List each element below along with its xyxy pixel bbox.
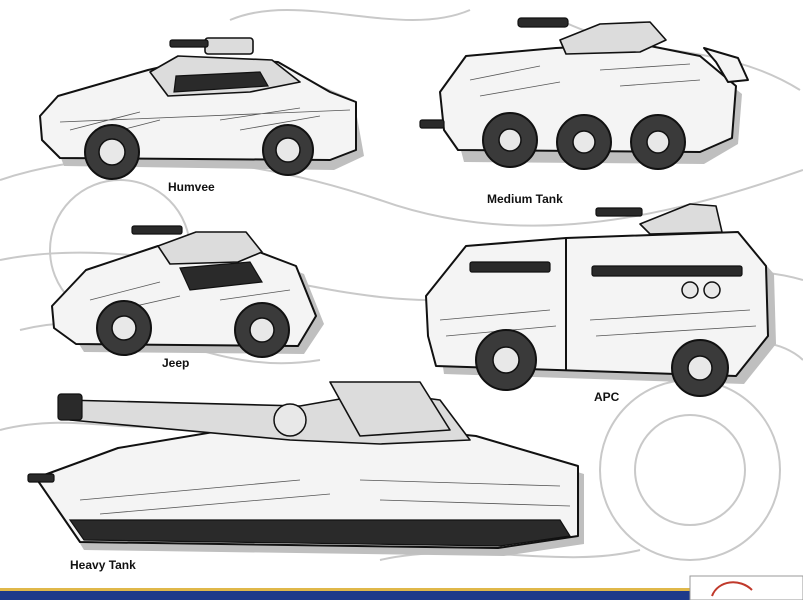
heavy-tank-drawing xyxy=(27,381,584,556)
humvee-label: Humvee xyxy=(168,180,215,194)
jeep-label: Jeep xyxy=(162,356,190,370)
jeep-drawing xyxy=(51,225,324,358)
medium-tank-label: Medium Tank xyxy=(487,192,563,206)
footer-bar xyxy=(0,575,803,601)
sketch-canvas xyxy=(0,9,803,601)
concept-sheet: Humvee Medium Tank Jeep APC Heavy Tank xyxy=(0,0,803,601)
humvee-drawing xyxy=(39,37,364,180)
apc-drawing xyxy=(425,203,776,397)
heavy-tank-label: Heavy Tank xyxy=(70,558,136,572)
apc-label: APC xyxy=(594,390,620,404)
medium-tank-drawing xyxy=(419,17,749,170)
